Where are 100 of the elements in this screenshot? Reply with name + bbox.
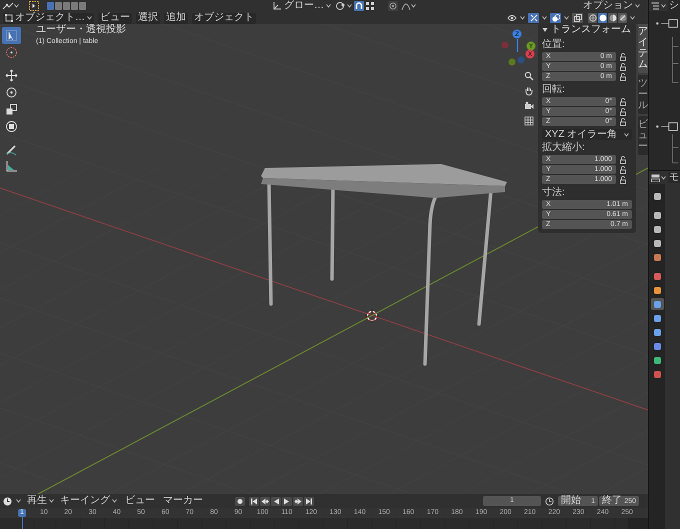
field-label: 開始 — [561, 496, 581, 506]
visibility-icon[interactable] — [507, 14, 517, 22]
tool-button[interactable] — [2, 27, 21, 44]
xray-toggle[interactable] — [572, 13, 583, 23]
object-mode-icon — [5, 14, 13, 22]
unlocked-padlock-icon[interactable] — [620, 72, 627, 80]
editor-type-icon[interactable] — [2, 1, 14, 11]
menu-item[interactable]: 選択 — [136, 12, 160, 24]
field-label: 終了 — [602, 496, 622, 506]
shading-icon — [588, 14, 596, 22]
magnet-icon — [355, 2, 363, 10]
pivot-icon[interactable] — [335, 1, 347, 11]
proportional-edit-icon[interactable] — [388, 1, 398, 11]
menu-dropdown[interactable]: キーイング — [60, 496, 117, 506]
sidebar-tab[interactable]: ビュー — [638, 116, 648, 155]
view-name-label: ユーザー・透視投影 — [36, 25, 126, 35]
snap-toggle[interactable] — [354, 1, 364, 11]
caret-icon — [326, 4, 331, 8]
caret-icon — [14, 4, 19, 8]
jump-to-end-button[interactable] — [304, 496, 314, 506]
overlay-toggle[interactable] — [550, 13, 561, 23]
caret-icon — [661, 176, 666, 180]
xray-icon — [574, 14, 582, 22]
shading-mode-button[interactable] — [608, 13, 617, 23]
shading-mode-button[interactable] — [598, 13, 607, 23]
menu-dropdown[interactable]: 再生 — [27, 496, 54, 506]
menu-item[interactable]: オブジェクト — [192, 12, 256, 24]
orientation-dropdown[interactable]: グロー… — [284, 1, 331, 11]
tool-icon — [5, 69, 18, 82]
overlay-icon — [552, 14, 560, 22]
unlocked-padlock-icon[interactable] — [620, 108, 627, 116]
caret-icon — [87, 16, 92, 20]
3d-cursor-icon — [365, 309, 379, 323]
record-button[interactable] — [235, 496, 245, 506]
caret-icon — [16, 499, 21, 503]
caret-icon — [520, 16, 525, 20]
preview-range-icon[interactable] — [545, 496, 554, 506]
unlocked-padlock-icon[interactable] — [620, 62, 627, 70]
caret-icon — [635, 4, 640, 8]
section-label: 回転: — [542, 85, 566, 95]
caret-icon — [661, 4, 666, 8]
tool-icon — [5, 46, 18, 59]
shading-icon — [618, 14, 626, 22]
menu-item[interactable]: ビュー — [125, 496, 155, 506]
caret-icon — [49, 499, 54, 503]
menu-item[interactable]: 追加 — [164, 12, 188, 24]
sidebar-tab[interactable]: アイテム — [638, 23, 648, 73]
tool-icon — [5, 103, 18, 116]
gizmo-axis-line — [516, 39, 519, 52]
play-button[interactable] — [282, 496, 292, 506]
unlocked-padlock-icon[interactable] — [620, 166, 627, 174]
unlocked-padlock-icon[interactable] — [620, 176, 627, 184]
grid-icon[interactable] — [524, 116, 534, 126]
mode-dropdown[interactable]: オブジェクト… — [3, 12, 94, 24]
select-tool-icon[interactable] — [29, 1, 39, 11]
unlocked-padlock-icon[interactable] — [620, 98, 627, 106]
panel-title[interactable]: トランスフォーム — [551, 25, 631, 35]
clock-editor-icon[interactable] — [3, 496, 12, 506]
shading-icon — [598, 14, 606, 22]
unlocked-padlock-icon[interactable] — [620, 118, 627, 126]
caret-icon — [112, 499, 117, 503]
outliner-editor-icon[interactable] — [651, 2, 660, 10]
unlocked-padlock-icon[interactable] — [620, 156, 627, 164]
caret-icon — [542, 16, 547, 20]
tool-icon — [5, 120, 18, 133]
shading-mode-button[interactable] — [618, 13, 627, 23]
play-reverse-button[interactable] — [271, 496, 281, 506]
tool-icon — [5, 160, 18, 173]
tool-icon — [5, 143, 18, 156]
caret-icon — [624, 132, 629, 136]
falloff-curve-icon[interactable] — [401, 1, 411, 11]
rotation-mode-dropdown[interactable]: XYZ オイラー角 — [542, 129, 632, 140]
previous-keyframe-button[interactable] — [260, 496, 270, 506]
search-field[interactable]: シ — [668, 0, 680, 12]
properties-editor-icon[interactable] — [651, 174, 660, 182]
menu-item[interactable]: マーカー — [163, 496, 203, 506]
gizmo-icon — [530, 14, 538, 22]
unlocked-padlock-icon[interactable] — [620, 52, 627, 60]
section-label: 寸法: — [542, 188, 566, 198]
section-label: 位置: — [542, 40, 566, 50]
caret-icon — [411, 4, 416, 8]
orientation-icon[interactable] — [272, 1, 282, 11]
snap-grid-icon[interactable] — [366, 2, 374, 10]
sidebar-tab[interactable]: ツール — [638, 75, 648, 114]
search-field[interactable]: モ — [668, 172, 680, 184]
section-label: 拡大縮小: — [542, 143, 586, 153]
caret-icon — [347, 4, 352, 8]
jump-to-start-button[interactable] — [249, 496, 259, 506]
caret-icon — [630, 16, 635, 20]
menu-item[interactable]: ビュー — [98, 12, 132, 24]
gizmo-toggle[interactable] — [528, 13, 539, 23]
shading-mode-button[interactable] — [588, 13, 597, 23]
collapse-arrow-icon[interactable] — [542, 27, 548, 33]
tool-icon — [5, 86, 18, 99]
hand-icon[interactable] — [524, 86, 534, 96]
tool-icon — [5, 29, 18, 42]
next-keyframe-button[interactable] — [293, 496, 303, 506]
shading-icon — [608, 14, 616, 22]
camera-icon[interactable] — [524, 101, 534, 111]
zoom-icon[interactable] — [524, 71, 534, 81]
